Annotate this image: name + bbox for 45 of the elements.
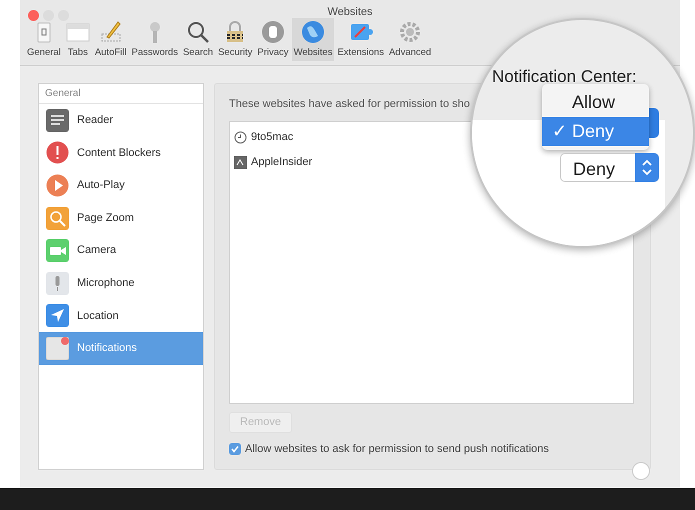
site-logo-icon: [234, 156, 247, 168]
menu-item[interactable]: ✓ Deny: [542, 117, 649, 146]
text-lines-icon: [46, 108, 69, 132]
video-camera-icon: [46, 239, 69, 262]
sidebar-item[interactable]: Location: [39, 300, 203, 332]
play-icon: [46, 174, 69, 197]
toolbar-tab[interactable]: Advanced: [386, 18, 434, 62]
site-name: AppleInsider: [251, 154, 312, 170]
permission-select[interactable]: Deny: [560, 153, 659, 182]
pencil-icon: [98, 20, 123, 44]
globe-icon: [301, 20, 326, 44]
minimize-button[interactable]: [43, 10, 54, 21]
sidebar-item[interactable]: Content Blockers: [39, 136, 203, 170]
sidebar-item[interactable]: Reader: [39, 104, 203, 137]
sidebar-heading: General: [39, 84, 203, 104]
microphone-icon: [46, 272, 69, 295]
toolbar-tab[interactable]: Privacy: [255, 18, 291, 62]
toolbar-tab[interactable]: Websites: [292, 18, 334, 62]
section-heading: Notification Center:: [492, 66, 637, 88]
description-text: These websites have asked for permission to sho: [229, 97, 470, 112]
checkbox-label: Allow websites to ask for permission to send push notifications: [245, 442, 549, 456]
clock-icon: [234, 130, 247, 144]
checkmark-icon: ✓: [552, 118, 566, 145]
gear-icon: [398, 20, 422, 44]
toolbar-tab[interactable]: General: [25, 18, 63, 62]
toolbar-tab[interactable]: Search: [180, 18, 216, 62]
close-button[interactable]: [28, 10, 39, 21]
menu-item[interactable]: Allow: [542, 88, 649, 117]
notification-icon: [46, 336, 69, 360]
toolbar-tab[interactable]: Tabs: [64, 18, 92, 62]
sidebar-item[interactable]: Microphone: [39, 266, 203, 300]
toolbar-tab[interactable]: Security: [216, 18, 254, 62]
checkbox[interactable]: [229, 442, 241, 455]
site-name: 9to5mac: [251, 130, 294, 145]
sidebar-item[interactable]: Auto-Play: [39, 169, 203, 202]
sidebar-item[interactable]: Page Zoom: [39, 202, 203, 234]
exclamation-icon: [46, 141, 69, 164]
toolbar-tab[interactable]: Extensions: [335, 18, 386, 62]
help-button[interactable]: [632, 462, 650, 480]
zoom-icon: [46, 206, 69, 230]
toolbar-tab[interactable]: AutoFill: [92, 18, 128, 62]
toolbar-tab[interactable]: Passwords: [130, 18, 180, 62]
window-title: Websites: [327, 6, 373, 18]
search-icon: [186, 20, 210, 44]
sidebar-item[interactable]: Camera: [39, 234, 203, 267]
